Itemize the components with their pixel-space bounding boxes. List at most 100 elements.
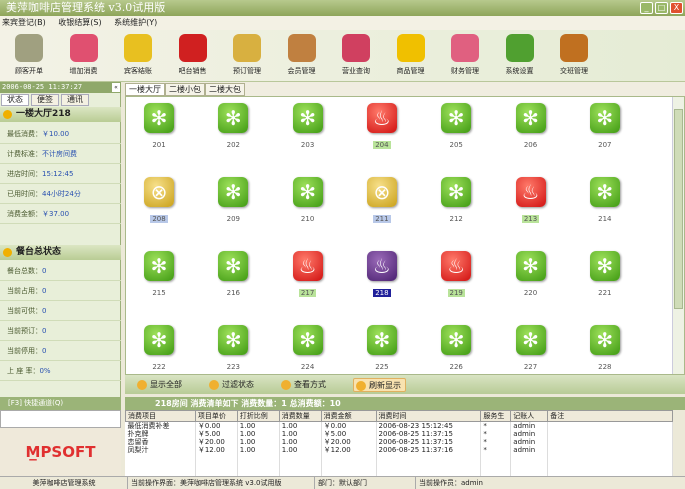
- cell: 凤梨汁: [125, 446, 196, 454]
- info-row: 餐台总数：0: [0, 261, 121, 281]
- table-203[interactable]: ✻ 203: [283, 103, 333, 149]
- table-219[interactable]: ♨ 219: [431, 251, 481, 297]
- room-section-header[interactable]: 一楼大厅218: [0, 107, 121, 122]
- toolbar-button[interactable]: 商品管理: [385, 32, 437, 76]
- tab-area-2[interactable]: 二楼小包: [165, 83, 205, 96]
- column-header[interactable]: 消费数量: [278, 410, 322, 422]
- table-number: 217: [298, 289, 317, 297]
- table-status-icon: ♨: [515, 177, 546, 207]
- table-204[interactable]: ♨ 204: [357, 103, 407, 149]
- table-226[interactable]: ✻ 226: [431, 325, 481, 371]
- tab-area-3[interactable]: 二楼大包: [205, 83, 245, 96]
- toolbar-button[interactable]: 营业查询: [330, 32, 382, 76]
- minimize-button[interactable]: _: [640, 2, 653, 14]
- cell: [376, 454, 482, 462]
- table-224[interactable]: ✻ 224: [283, 325, 333, 371]
- view-mode-button[interactable]: 查看方式: [279, 378, 330, 392]
- menu-system[interactable]: 系统维护(Y): [114, 18, 157, 27]
- table-status-icon: ✻: [515, 325, 546, 355]
- toolbar-label: 预订管理: [233, 67, 261, 75]
- table-201[interactable]: ✻ 201: [134, 103, 184, 149]
- tab-area-1[interactable]: 一楼大厅: [125, 83, 165, 96]
- tab-notes[interactable]: 便签: [31, 94, 59, 106]
- toolbar-button[interactable]: 增加消费: [58, 32, 110, 76]
- table-row[interactable]: 恋留香 ￥20.00 1.00 1.00 ￥20.00 2006-08-25 11:37:…: [125, 438, 673, 446]
- table-status-icon: ♨: [366, 251, 397, 281]
- toolbar-button[interactable]: 预订管理: [221, 32, 273, 76]
- cell: ￥20.00: [195, 438, 238, 446]
- toolbar-label: 财务管理: [451, 67, 479, 75]
- table-222[interactable]: ✻ 222: [134, 325, 184, 371]
- table-208[interactable]: ⊗ 208: [134, 177, 184, 223]
- column-header[interactable]: 打折比例: [236, 410, 280, 422]
- table-215[interactable]: ✻ 215: [134, 251, 184, 297]
- table-216[interactable]: ✻ 216: [208, 251, 258, 297]
- close-button[interactable]: X: [670, 2, 683, 14]
- toolbar-icon: [451, 34, 479, 62]
- quick-channel-header: [F3] 快捷通道(Q): [0, 397, 121, 410]
- toolbar-button[interactable]: 财务管理: [439, 32, 491, 76]
- table-209[interactable]: ✻ 209: [208, 177, 258, 223]
- cell: [547, 446, 673, 454]
- info-row: 已用时间：44小时24分: [0, 184, 121, 204]
- column-header[interactable]: 消费金额: [320, 410, 377, 422]
- column-header[interactable]: 消费时间: [375, 410, 482, 422]
- column-header[interactable]: 备注: [547, 410, 673, 422]
- filter-status-button[interactable]: 过滤状态: [207, 378, 258, 392]
- toolbar-icon: [560, 34, 588, 62]
- menu-checkout[interactable]: 收银结算(S): [58, 18, 101, 27]
- toolbar-button[interactable]: 交班管理: [548, 32, 600, 76]
- collapse-panel-button[interactable]: «: [112, 83, 120, 92]
- table-228[interactable]: ✻ 228: [580, 325, 630, 371]
- cell: [547, 421, 673, 430]
- summary-section-header[interactable]: 餐台总状态: [0, 245, 121, 260]
- table-217[interactable]: ♨ 217: [283, 251, 333, 297]
- table-202[interactable]: ✻ 202: [208, 103, 258, 149]
- table-227[interactable]: ✻ 227: [506, 325, 556, 371]
- column-header[interactable]: 消费项目: [125, 410, 196, 422]
- table-212[interactable]: ✻ 212: [431, 177, 481, 223]
- column-header[interactable]: 服务生: [480, 410, 512, 422]
- toolbar-button[interactable]: 系统设置: [494, 32, 546, 76]
- table-211[interactable]: ⊗ 211: [357, 177, 407, 223]
- table-221[interactable]: ✻ 221: [580, 251, 630, 297]
- table-row[interactable]: 扑克牌 ￥5.00 1.00 1.00 ￥5.00 2006-08-25 11:37:15…: [125, 430, 673, 438]
- table-row[interactable]: 凤梨汁 ￥12.00 1.00 1.00 ￥12.00 2006-08-25 11:37:…: [125, 446, 673, 454]
- table-row[interactable]: 最低消费补差 ￥0.00 1.00 1.00 ￥0.00 2006-08-23 15:12…: [125, 421, 673, 430]
- table-207[interactable]: ✻ 207: [580, 103, 630, 149]
- menu-checkin[interactable]: 来宾登记(B): [2, 18, 46, 27]
- table-205[interactable]: ✻ 205: [431, 103, 481, 149]
- table-number: 212: [449, 215, 463, 223]
- toolbar-button[interactable]: 会员管理: [276, 32, 328, 76]
- column-header[interactable]: 项目单价: [194, 410, 238, 422]
- refresh-button[interactable]: 刷新显示: [353, 378, 406, 392]
- table-status-icon: ✻: [144, 325, 174, 355]
- table-213[interactable]: ♨ 213: [506, 177, 556, 223]
- toolbar-label: 宾客结账: [124, 67, 152, 75]
- info-label: 当前预订：: [7, 327, 42, 335]
- column-header[interactable]: 记账人: [510, 410, 549, 422]
- table-status-icon: ✻: [218, 251, 249, 281]
- vertical-scrollbar[interactable]: [672, 97, 684, 374]
- maximize-button[interactable]: □: [655, 2, 668, 14]
- table-220[interactable]: ✻ 220: [506, 251, 556, 297]
- toolbar-icon: [342, 34, 370, 62]
- table-number: 205: [449, 141, 463, 149]
- table-206[interactable]: ✻ 206: [506, 103, 556, 149]
- table-214[interactable]: ✻ 214: [580, 177, 630, 223]
- table-218[interactable]: ♨ 218: [357, 251, 407, 297]
- tab-status[interactable]: 状态: [1, 94, 29, 106]
- toolbar-button[interactable]: 顾客开单: [3, 32, 55, 76]
- quick-channel-input[interactable]: [0, 410, 121, 428]
- table-210[interactable]: ✻ 210: [283, 177, 333, 223]
- table-number: 211: [373, 215, 391, 223]
- table-223[interactable]: ✻ 223: [208, 325, 258, 371]
- table-number: 226: [449, 363, 463, 371]
- table-225[interactable]: ✻ 225: [357, 325, 407, 371]
- toolbar-button[interactable]: 吧台销售: [167, 32, 219, 76]
- table-status-icon: ✻: [441, 325, 472, 355]
- tab-comm[interactable]: 通讯: [61, 94, 89, 106]
- info-label: 已用时间：: [7, 190, 42, 198]
- show-all-button[interactable]: 显示全部: [135, 378, 186, 392]
- toolbar-button[interactable]: 宾客结账: [112, 32, 164, 76]
